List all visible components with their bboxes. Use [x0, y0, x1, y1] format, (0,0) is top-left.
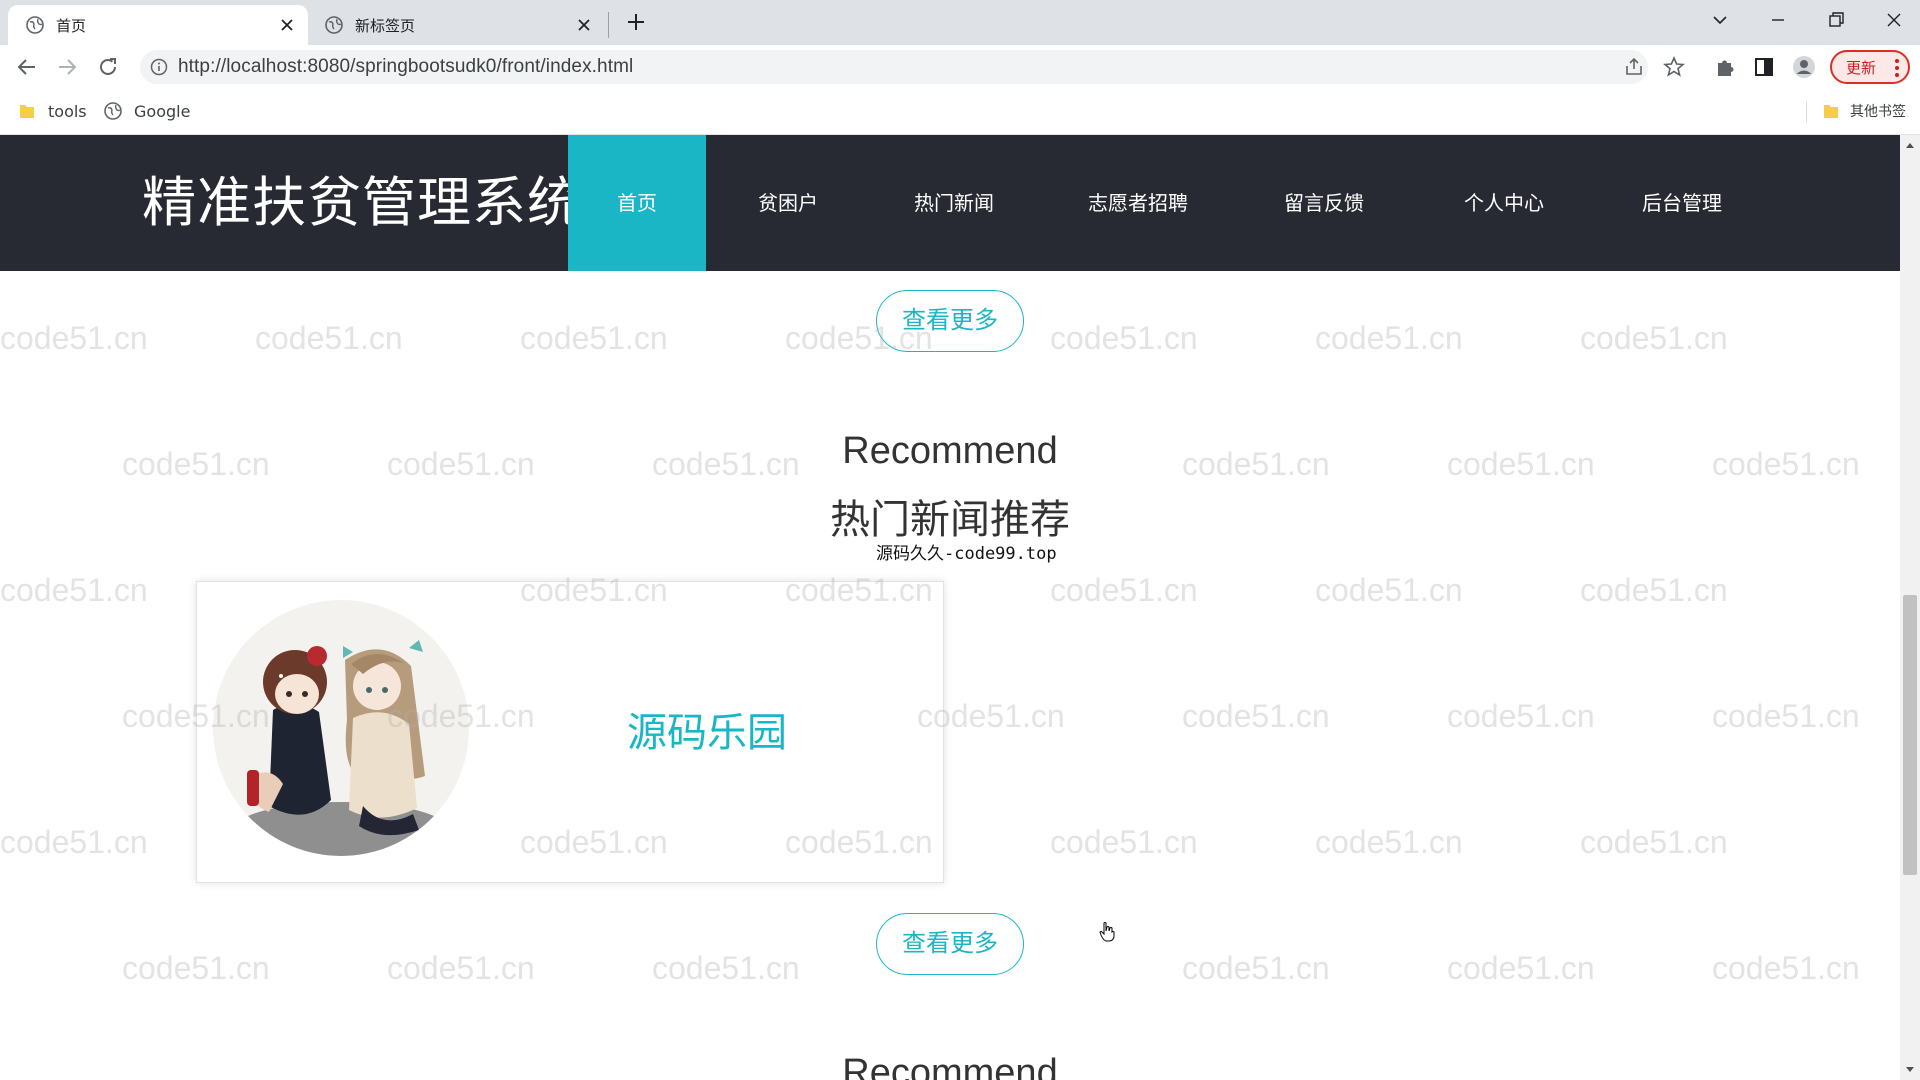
side-panel-icon[interactable] — [1752, 55, 1776, 79]
anime-girls-image — [213, 600, 469, 856]
share-icon[interactable] — [1622, 55, 1646, 79]
watermark: code51.cn — [652, 950, 800, 986]
other-bookmarks-label: 其他书签 — [1850, 104, 1906, 120]
tab-title: 新标签页 — [355, 16, 416, 35]
forward-arrow-icon[interactable] — [55, 55, 79, 79]
url-text: http://localhost:8080/springbootsudk0/fr… — [178, 56, 634, 77]
section-note: 源码久久-code99.top — [876, 544, 1057, 564]
browser-tab-strip: 首页 新标签页 — [0, 0, 1920, 45]
tab-new-tab[interactable]: 新标签页 — [315, 5, 605, 45]
watermark: code51.cn — [1182, 698, 1330, 734]
update-button[interactable]: 更新 — [1830, 50, 1910, 84]
bookmark-label: tools — [48, 101, 87, 121]
section-title: 热门新闻推荐 — [830, 497, 1070, 543]
folder-icon — [20, 105, 34, 118]
extensions-icon[interactable] — [1713, 55, 1737, 79]
watermark: code51.cn — [1447, 698, 1595, 734]
page-viewport: 精准扶贫管理系统 首页 贫困户 热门新闻 志愿者招聘 留言反馈 个人中心 后台管… — [0, 135, 1900, 1080]
chevron-down-icon[interactable] — [1708, 8, 1732, 32]
tab-divider — [608, 12, 609, 38]
bookmark-divider — [1806, 101, 1807, 123]
watermark: code51.cn — [1315, 824, 1463, 860]
watermark: code51.cn — [1580, 824, 1728, 860]
watermark: code51.cn — [122, 950, 270, 986]
watermark: code51.cn — [0, 572, 148, 608]
nav-admin[interactable]: 后台管理 — [1612, 135, 1752, 271]
view-more-button-2[interactable]: 查看更多 — [876, 913, 1024, 975]
section-subtitle-en-2: Recommend — [842, 1052, 1058, 1080]
plus-icon[interactable] — [624, 10, 648, 34]
watermark: code51.cn — [1315, 572, 1463, 608]
view-more-button[interactable]: 查看更多 — [876, 290, 1024, 352]
nav-hot-news[interactable]: 热门新闻 — [884, 135, 1024, 271]
folder-icon — [1824, 105, 1838, 118]
watermark: code51.cn — [1050, 572, 1198, 608]
watermark: code51.cn — [1712, 698, 1860, 734]
watermark: code51.cn — [1315, 320, 1463, 356]
watermark: code51.cn — [0, 320, 148, 356]
hand-cursor-icon — [1099, 922, 1115, 942]
nav-home[interactable]: 首页 — [568, 135, 706, 271]
site-title: 精准扶贫管理系统 — [142, 171, 582, 234]
watermark: code51.cn — [1050, 824, 1198, 860]
info-icon[interactable] — [150, 58, 168, 76]
watermark: code51.cn — [1447, 950, 1595, 986]
watermark: code51.cn — [1580, 320, 1728, 356]
minimize-icon[interactable] — [1766, 8, 1790, 32]
update-label: 更新 — [1846, 58, 1877, 77]
close-icon[interactable] — [575, 16, 593, 34]
scrollbar-thumb[interactable] — [1903, 595, 1917, 875]
news-thumbnail[interactable] — [213, 600, 469, 856]
bookmark-google[interactable]: Google — [104, 99, 190, 123]
news-card[interactable]: 源码乐园 — [196, 581, 944, 883]
scroll-down-arrow-icon[interactable] — [1904, 1064, 1916, 1076]
restore-icon[interactable] — [1824, 8, 1848, 32]
page-scrollbar[interactable] — [1900, 135, 1920, 1080]
address-bar[interactable]: http://localhost:8080/springbootsudk0/fr… — [140, 50, 1686, 84]
section-subtitle-en: Recommend — [842, 430, 1058, 472]
globe-icon — [325, 16, 343, 34]
watermark: code51.cn — [520, 320, 668, 356]
globe-icon — [104, 102, 122, 120]
reload-icon[interactable] — [96, 55, 120, 79]
close-icon[interactable] — [278, 16, 296, 34]
more-vert-icon — [1895, 59, 1899, 77]
watermark: code51.cn — [1182, 950, 1330, 986]
tab-home[interactable]: 首页 — [8, 5, 308, 45]
scroll-up-arrow-icon[interactable] — [1904, 139, 1916, 151]
news-title[interactable]: 源码乐园 — [547, 582, 867, 884]
nav-poor-households[interactable]: 贫困户 — [728, 135, 848, 271]
profile-icon[interactable] — [1792, 55, 1816, 79]
window-close-icon[interactable] — [1882, 8, 1906, 32]
watermark: code51.cn — [0, 824, 148, 860]
watermark: code51.cn — [1050, 320, 1198, 356]
watermark: code51.cn — [1580, 572, 1728, 608]
bookmark-bar: tools Google 其他书签 — [0, 89, 1920, 135]
globe-icon — [26, 16, 44, 34]
site-header: 精准扶贫管理系统 首页 贫困户 热门新闻 志愿者招聘 留言反馈 个人中心 后台管… — [0, 135, 1900, 271]
bookmark-tools[interactable]: tools — [18, 99, 87, 123]
browser-toolbar: http://localhost:8080/springbootsudk0/fr… — [0, 45, 1920, 89]
watermark: code51.cn — [255, 320, 403, 356]
nav-feedback[interactable]: 留言反馈 — [1254, 135, 1394, 271]
nav-volunteer-recruit[interactable]: 志愿者招聘 — [1068, 135, 1208, 271]
bookmark-label: Google — [134, 101, 191, 121]
tab-title: 首页 — [56, 16, 87, 35]
watermark: code51.cn — [1712, 950, 1860, 986]
back-arrow-icon[interactable] — [15, 55, 39, 79]
star-icon[interactable] — [1662, 55, 1686, 79]
other-bookmarks[interactable]: 其他书签 — [1822, 99, 1906, 123]
nav-personal-center[interactable]: 个人中心 — [1434, 135, 1574, 271]
watermark: code51.cn — [387, 950, 535, 986]
